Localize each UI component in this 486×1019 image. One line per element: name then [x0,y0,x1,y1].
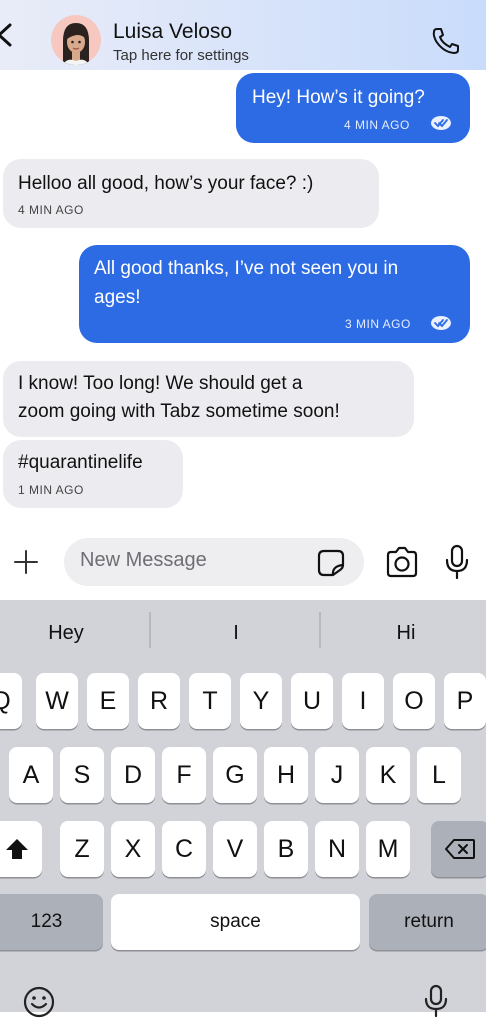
suggestion-2[interactable]: I [176,622,296,645]
key-a[interactable]: A [9,747,53,803]
key-g[interactable]: G [213,747,257,803]
key-e[interactable]: E [87,673,129,729]
message-bubble-outgoing[interactable]: All good thanks, I’ve not seen you in ag… [79,245,470,343]
message-bubble-incoming[interactable]: Helloo all good, how’s your face? :) 4 M… [3,159,379,228]
message-bubble-outgoing[interactable]: Hey! How’s it going? 4 MIN AGO [236,73,470,143]
shift-icon [6,839,28,859]
suggestion-divider [319,612,321,648]
key-k[interactable]: K [366,747,410,803]
message-text: Hey! How’s it going? [252,87,425,108]
key-f[interactable]: F [162,747,206,803]
shift-key[interactable] [0,821,42,877]
camera-icon[interactable] [385,546,419,578]
message-timestamp: 3 MIN AGO [345,317,411,331]
suggestion-divider [149,612,151,648]
microphone-icon[interactable] [444,544,470,580]
key-t[interactable]: T [189,673,231,729]
chat-header[interactable]: Luisa Veloso Tap here for settings [0,0,486,70]
suggestion-3[interactable]: Hi [346,622,466,645]
key-l[interactable]: L [417,747,461,803]
sticker-icon[interactable] [316,548,346,578]
key-u[interactable]: U [291,673,333,729]
key-q[interactable]: Q [0,673,22,729]
avatar-image [63,23,89,65]
message-timestamp: 4 MIN AGO [344,118,410,132]
return-key[interactable]: return [369,894,486,950]
key-v[interactable]: V [213,821,257,877]
message-bubble-incoming[interactable]: I know! Too long! We should get a zoom g… [3,361,414,437]
message-bubble-incoming[interactable]: #quarantinelife 1 MIN AGO [3,440,183,508]
settings-hint[interactable]: Tap here for settings [113,47,249,64]
key-j[interactable]: J [315,747,359,803]
contact-name[interactable]: Luisa Veloso [113,20,232,44]
key-d[interactable]: D [111,747,155,803]
message-text: Helloo all good, how’s your face? :) [18,173,314,194]
key-i[interactable]: I [342,673,384,729]
suggestion-1[interactable]: Hey [6,622,126,645]
message-timestamp: 1 MIN AGO [18,483,84,497]
key-p[interactable]: P [444,673,486,729]
key-x[interactable]: X [111,821,155,877]
key-w[interactable]: W [36,673,78,729]
plus-icon[interactable] [12,548,40,576]
key-n[interactable]: N [315,821,359,877]
backspace-icon [445,839,475,859]
message-timestamp: 4 MIN AGO [18,203,84,217]
message-text-line: I know! Too long! We should get a [18,373,303,394]
key-c[interactable]: C [162,821,206,877]
read-receipt-icon [431,316,451,330]
message-text: #quarantinelife [18,452,143,473]
numbers-key[interactable]: 123 [0,894,103,950]
backspace-key[interactable] [431,821,486,877]
emoji-icon[interactable] [22,985,56,1019]
key-z[interactable]: Z [60,821,104,877]
key-h[interactable]: H [264,747,308,803]
key-b[interactable]: B [264,821,308,877]
read-receipt-icon [431,116,451,130]
avatar[interactable] [51,15,101,65]
message-text-line: zoom going with Tabz sometime soon! [18,401,340,422]
key-y[interactable]: Y [240,673,282,729]
phone-icon[interactable] [430,25,462,57]
key-r[interactable]: R [138,673,180,729]
message-text-line: All good thanks, I’ve not seen you in [94,258,399,279]
key-m[interactable]: M [366,821,410,877]
message-text-line: ages! [94,287,141,308]
message-input-placeholder[interactable]: New Message [80,549,207,572]
key-o[interactable]: O [393,673,435,729]
dictation-icon[interactable] [424,984,448,1018]
back-chevron-icon[interactable] [0,22,16,48]
space-key[interactable]: space [111,894,360,950]
key-s[interactable]: S [60,747,104,803]
keyboard [0,600,486,1012]
